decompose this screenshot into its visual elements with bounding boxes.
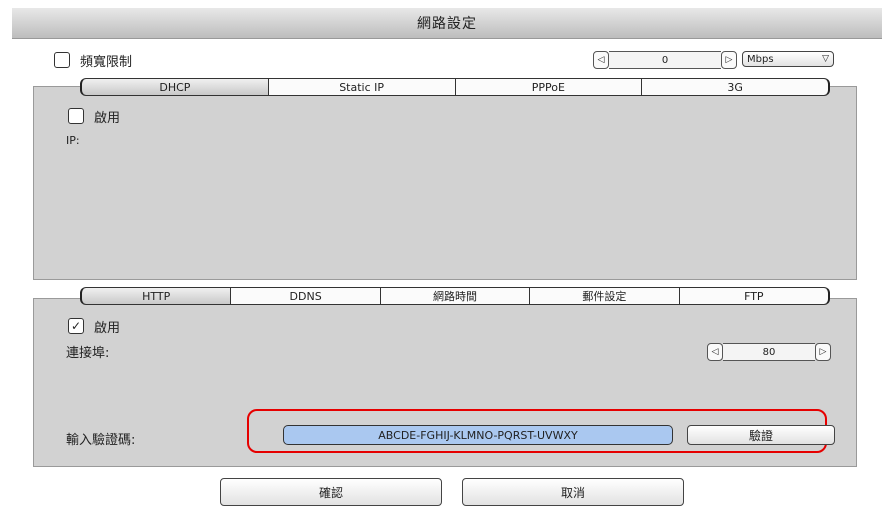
http-enable-checkbox[interactable]: ✓	[68, 318, 84, 334]
service-tabs: HTTP DDNS 網路時間 郵件設定 FTP	[80, 287, 831, 305]
tab-mail-settings[interactable]: 郵件設定	[530, 287, 680, 305]
tab-http[interactable]: HTTP	[80, 287, 232, 305]
verification-code-value: ABCDE-FGHIJ-KLMNO-PQRST-UVWXY	[378, 428, 578, 442]
tab-3g[interactable]: 3G	[642, 78, 830, 96]
tab-dhcp[interactable]: DHCP	[80, 78, 269, 96]
port-decrease-button[interactable]: ◁	[707, 343, 723, 361]
tab-static-ip[interactable]: Static IP	[268, 78, 456, 96]
dialog-title-bar: 網路設定	[12, 8, 882, 39]
port-increase-button[interactable]: ▷	[815, 343, 831, 361]
network-settings-dialog: 網路設定 頻寬限制 ◁ 0 ▷ Mbps ▽ DHCP Static IP PP…	[0, 0, 888, 506]
dhcp-enable-label: 啟用	[94, 111, 121, 126]
left-arrow-icon: ◁	[597, 55, 605, 65]
verify-button[interactable]: 驗證	[687, 425, 835, 445]
check-icon: ✓	[70, 319, 82, 333]
port-label: 連接埠:	[66, 346, 110, 361]
cancel-button-label: 取消	[560, 485, 585, 500]
ok-button[interactable]: 確認	[220, 478, 442, 506]
verify-button-label: 驗證	[748, 428, 773, 443]
bandwidth-unit-dropdown[interactable]: Mbps ▽	[742, 51, 834, 67]
right-arrow-icon: ▷	[819, 347, 827, 357]
bandwidth-increase-button[interactable]: ▷	[721, 51, 737, 69]
tab-network-time[interactable]: 網路時間	[380, 287, 531, 305]
bandwidth-limit-checkbox[interactable]	[54, 52, 70, 68]
tab-ftp[interactable]: FTP	[679, 287, 831, 305]
tab-pppoe[interactable]: PPPoE	[455, 78, 643, 96]
bandwidth-decrease-button[interactable]: ◁	[593, 51, 609, 69]
dhcp-enable-checkbox[interactable]	[68, 108, 84, 124]
bandwidth-value-field[interactable]: 0	[609, 51, 721, 69]
verification-code-label: 輸入驗證碼:	[66, 433, 136, 448]
chevron-down-icon: ▽	[822, 54, 829, 64]
ip-label: IP:	[66, 134, 80, 147]
bandwidth-value: 0	[661, 54, 669, 66]
dialog-title: 網路設定	[417, 16, 477, 32]
http-enable-label: 啟用	[94, 321, 121, 336]
ok-button-label: 確認	[318, 485, 343, 500]
left-arrow-icon: ◁	[711, 347, 719, 357]
right-arrow-icon: ▷	[725, 55, 733, 65]
port-value-field[interactable]: 80	[723, 343, 815, 361]
bandwidth-limit-label: 頻寬限制	[80, 55, 133, 70]
cancel-button[interactable]: 取消	[462, 478, 684, 506]
port-value: 80	[762, 346, 776, 358]
verification-code-input[interactable]: ABCDE-FGHIJ-KLMNO-PQRST-UVWXY	[283, 425, 673, 445]
bandwidth-unit: Mbps	[747, 53, 774, 65]
tab-ddns[interactable]: DDNS	[231, 287, 381, 305]
connection-panel	[33, 86, 857, 280]
connection-tabs: DHCP Static IP PPPoE 3G	[80, 78, 830, 96]
